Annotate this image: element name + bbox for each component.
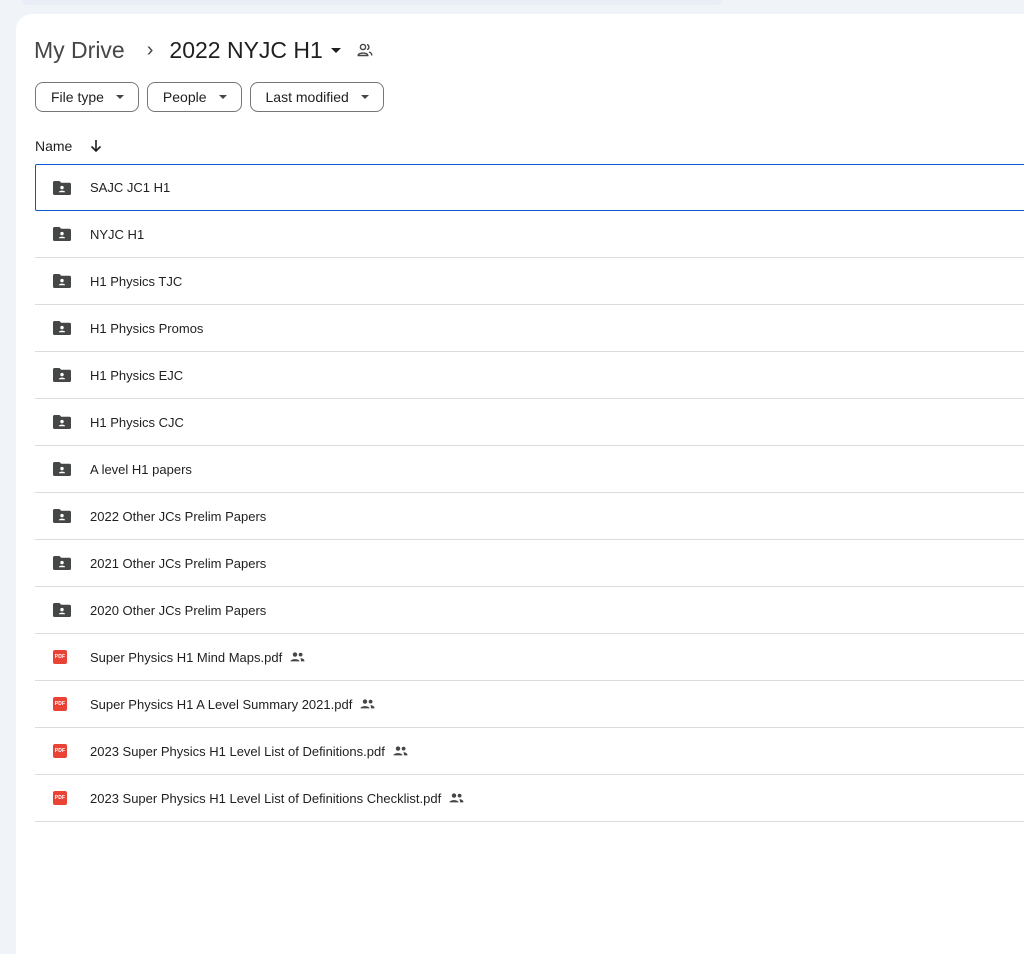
item-name-container: 2022 Other JCs Prelim Papers [90, 509, 266, 524]
folder-row[interactable]: 2022 Other JCs Prelim Papers [35, 493, 1024, 540]
last-modified-filter[interactable]: Last modified [249, 82, 384, 112]
main-panel: My Drive › 2022 NYJC H1 File type People… [16, 14, 1024, 954]
item-name: Super Physics H1 Mind Maps.pdf [90, 649, 283, 665]
item-name: H1 Physics CJC [90, 414, 184, 430]
pdf-file-icon: PDF [53, 744, 67, 758]
item-name-container: H1 Physics Promos [90, 321, 203, 336]
item-name-container: NYJC H1 [90, 227, 144, 242]
item-name: 2023 Super Physics H1 Level List of Defi… [90, 790, 442, 806]
item-name: SAJC JC1 H1 [90, 180, 171, 195]
shared-folder-icon [53, 274, 71, 288]
item-name-container: H1 Physics TJC [90, 274, 182, 289]
folder-row[interactable]: H1 Physics TJC [35, 258, 1024, 305]
last-modified-filter-label: Last modified [265, 89, 349, 105]
item-name-container: A level H1 papers [90, 462, 192, 477]
file-row[interactable]: PDF Super Physics H1 Mind Maps.pdf [35, 634, 1024, 681]
item-name: Super Physics H1 A Level Summary 2021.pd… [90, 696, 353, 712]
pdf-file-icon: PDF [53, 650, 67, 664]
pdf-badge-label: PDF [53, 650, 67, 664]
people-filter-label: People [162, 89, 207, 105]
breadcrumb: My Drive › 2022 NYJC H1 [34, 34, 373, 66]
file-row[interactable]: PDF Super Physics H1 A Level Summary 2021… [35, 681, 1024, 728]
folder-row[interactable]: H1 Physics Promos [35, 305, 1024, 352]
file-row[interactable]: PDF 2023 Super Physics H1 Level List of D… [35, 728, 1024, 775]
folder-row[interactable]: 2020 Other JCs Prelim Papers [35, 587, 1024, 634]
item-name: H1 Physics Promos [90, 320, 204, 336]
pdf-badge-label: PDF [53, 744, 67, 758]
item-name: A level H1 papers [90, 461, 192, 477]
item-name-container: Super Physics H1 A Level Summary 2021.pd… [90, 697, 375, 712]
item-name: H1 Physics TJC [90, 273, 183, 289]
item-name: 2023 Super Physics H1 Level List of Defi… [90, 743, 385, 759]
file-row[interactable]: PDF 2023 Super Physics H1 Level List of D… [35, 775, 1024, 822]
item-name-container: SAJC JC1 H1 [90, 180, 170, 195]
shared-folder-icon [53, 462, 71, 476]
shared-people-icon [360, 699, 375, 709]
folder-row[interactable]: H1 Physics EJC [35, 352, 1024, 399]
list-header: Name [35, 132, 102, 160]
shared-folder-icon [53, 180, 71, 195]
folder-row[interactable]: 2021 Other JCs Prelim Papers [35, 540, 1024, 587]
item-name: NYJC H1 [90, 226, 145, 242]
folder-row[interactable]: H1 Physics CJC [35, 399, 1024, 446]
breadcrumb-current-folder[interactable]: 2022 NYJC H1 [169, 35, 341, 66]
item-name: H1 Physics EJC [90, 367, 184, 383]
arrow-down-icon[interactable] [90, 139, 102, 153]
breadcrumb-separator: › [146, 38, 154, 61]
file-list: SAJC JC1 H1 NYJC H1 H1 Physics TJC H1 Physi… [35, 164, 1024, 822]
shared-folder-icon [53, 603, 71, 617]
file-type-filter-label: File type [51, 89, 104, 105]
item-name-container: Super Physics H1 Mind Maps.pdf [90, 650, 305, 665]
shared-folder-icon [53, 556, 71, 570]
shared-folder-icon [53, 415, 71, 429]
shared-people-icon [393, 746, 408, 756]
chevron-down-icon [218, 95, 227, 99]
current-folder-name: 2022 NYJC H1 [169, 36, 323, 63]
item-name: 2020 Other JCs Prelim Papers [90, 602, 267, 618]
shared-folder-icon [53, 227, 71, 241]
pdf-file-icon: PDF [53, 697, 67, 711]
chevron-down-icon [115, 95, 124, 99]
item-name: 2022 Other JCs Prelim Papers [90, 508, 267, 524]
folder-row[interactable]: A level H1 papers [35, 446, 1024, 493]
item-name-container: 2020 Other JCs Prelim Papers [90, 603, 266, 618]
file-type-filter[interactable]: File type [35, 82, 139, 112]
filter-chips: File type People Last modified [35, 82, 384, 112]
item-name-container: 2021 Other JCs Prelim Papers [90, 556, 266, 571]
shared-people-icon[interactable] [357, 43, 373, 57]
shared-folder-icon [53, 509, 71, 523]
item-name-container: H1 Physics CJC [90, 415, 184, 430]
chevron-down-icon [330, 47, 341, 53]
shared-people-icon [449, 793, 464, 803]
item-name: 2021 Other JCs Prelim Papers [90, 555, 267, 571]
top-strip [22, 0, 722, 5]
name-column-header[interactable]: Name [35, 138, 72, 154]
shared-folder-icon [53, 368, 71, 382]
item-name-container: H1 Physics EJC [90, 368, 183, 383]
pdf-file-icon: PDF [53, 791, 67, 805]
shared-folder-icon [53, 321, 71, 335]
item-name-container: 2023 Super Physics H1 Level List of Defi… [90, 744, 408, 759]
chevron-down-icon [360, 95, 369, 99]
folder-row[interactable]: NYJC H1 [35, 211, 1024, 258]
people-filter[interactable]: People [146, 82, 242, 112]
pdf-badge-label: PDF [53, 697, 67, 711]
item-name-container: 2023 Super Physics H1 Level List of Defi… [90, 791, 464, 806]
shared-people-icon [290, 652, 305, 662]
pdf-badge-label: PDF [53, 791, 67, 805]
breadcrumb-my-drive[interactable]: My Drive [34, 35, 129, 66]
folder-row[interactable]: SAJC JC1 H1 [35, 164, 1024, 211]
